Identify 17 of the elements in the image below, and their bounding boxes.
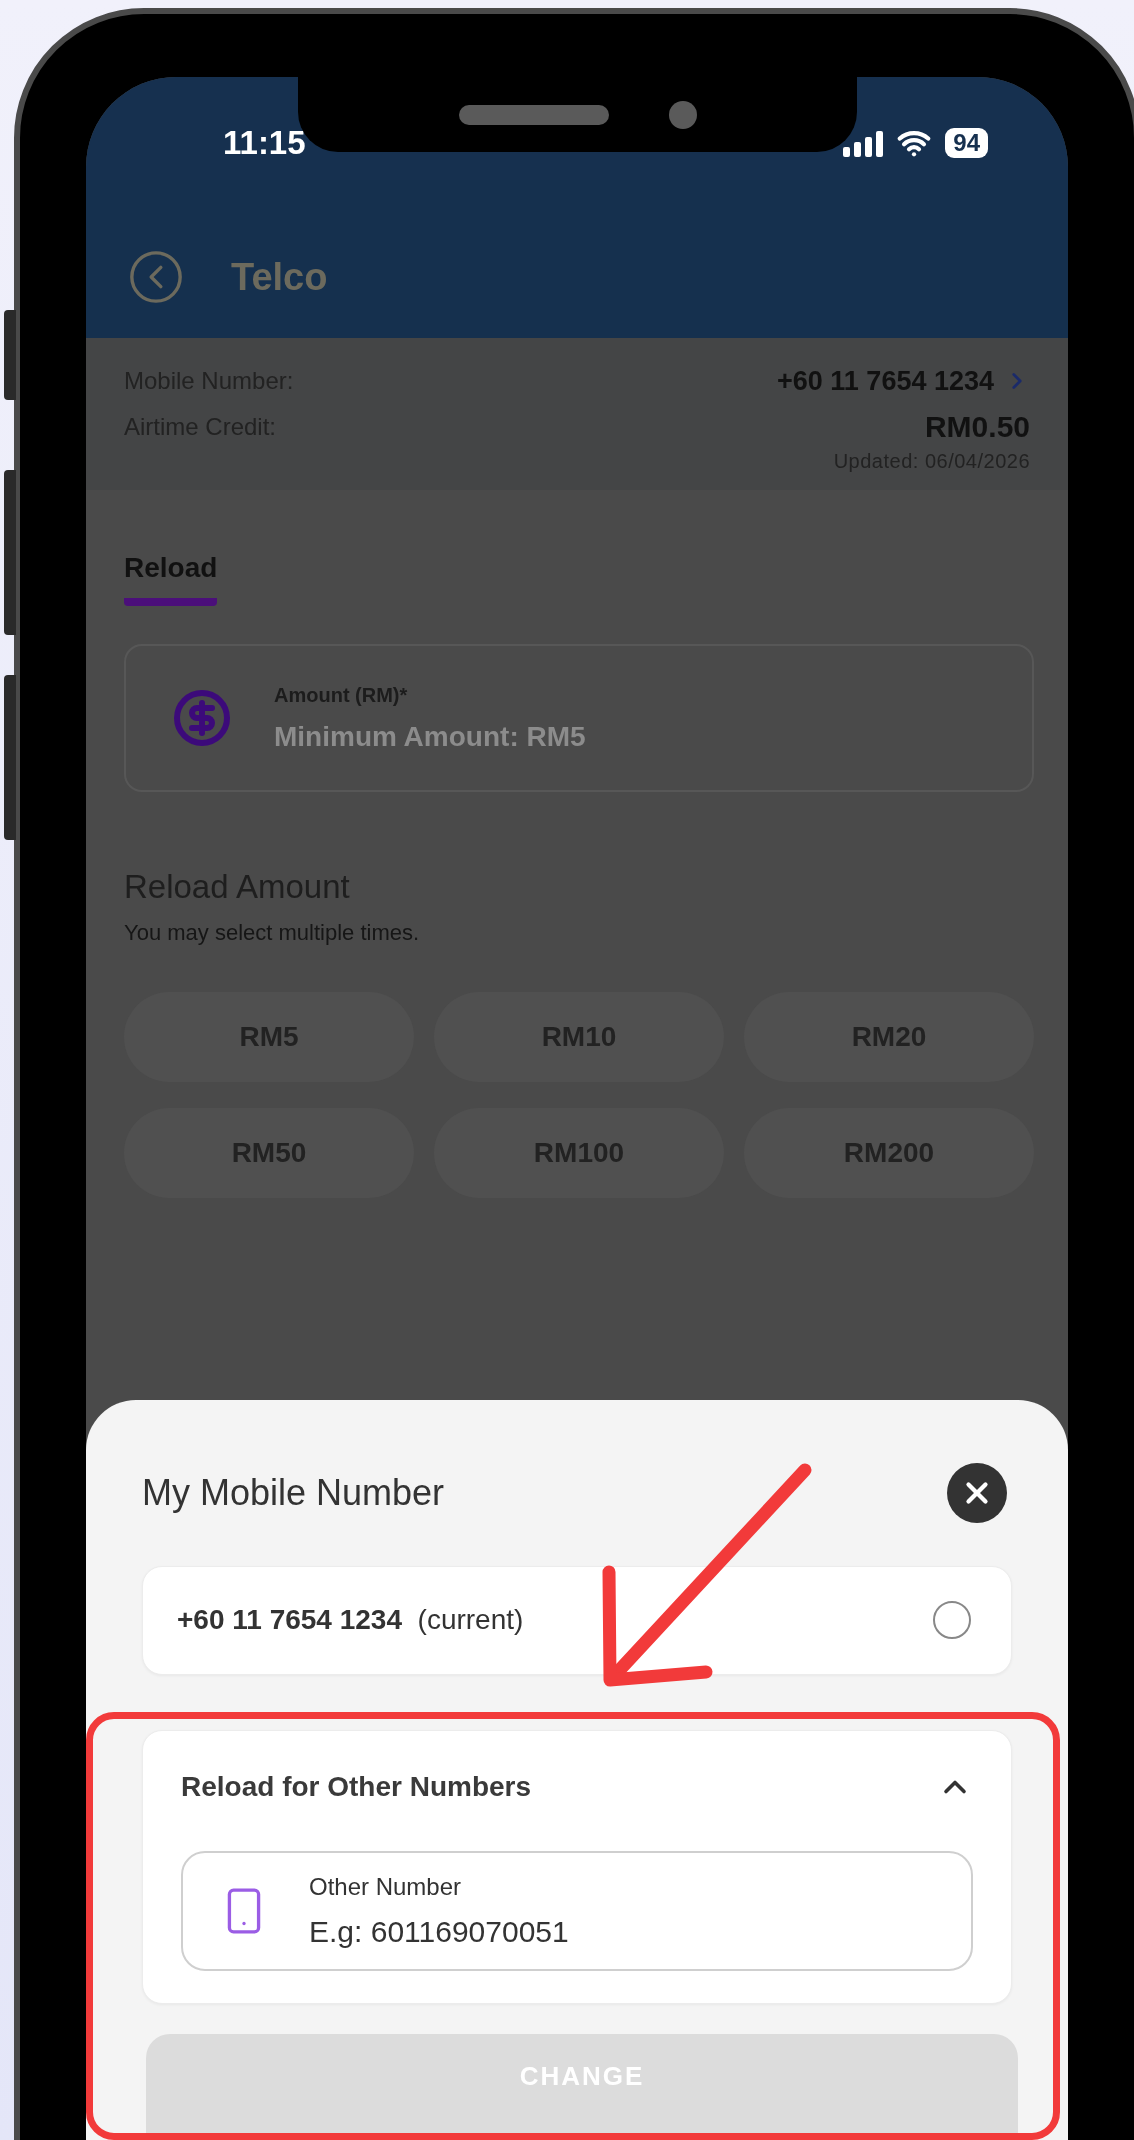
close-button[interactable]	[947, 1463, 1007, 1523]
page-title: Telco	[231, 255, 328, 299]
sheet-title: My Mobile Number	[142, 1472, 445, 1514]
status-time: 11:15	[223, 123, 306, 162]
accordion-title: Reload for Other Numbers	[181, 1770, 532, 1803]
current-number: +60 11 7654 1234 (current)	[177, 1604, 524, 1637]
field-placeholder: Minimum Amount: RM5	[274, 720, 587, 753]
other-number-field[interactable]: Other Number E.g: 601169070051	[181, 1850, 973, 1971]
battery-level: 94	[945, 127, 988, 158]
field-label: Other Number	[309, 1872, 463, 1901]
dollar-icon	[172, 688, 232, 748]
back-icon[interactable]	[127, 248, 185, 306]
radio-button[interactable]	[933, 1601, 971, 1640]
signal-icon	[843, 128, 884, 157]
number-option[interactable]: +60 11 7654 1234 (current)	[142, 1566, 1012, 1675]
tab[interactable]: Reload	[124, 552, 218, 606]
field-placeholder: E.g: 601169070051	[309, 1914, 570, 1949]
